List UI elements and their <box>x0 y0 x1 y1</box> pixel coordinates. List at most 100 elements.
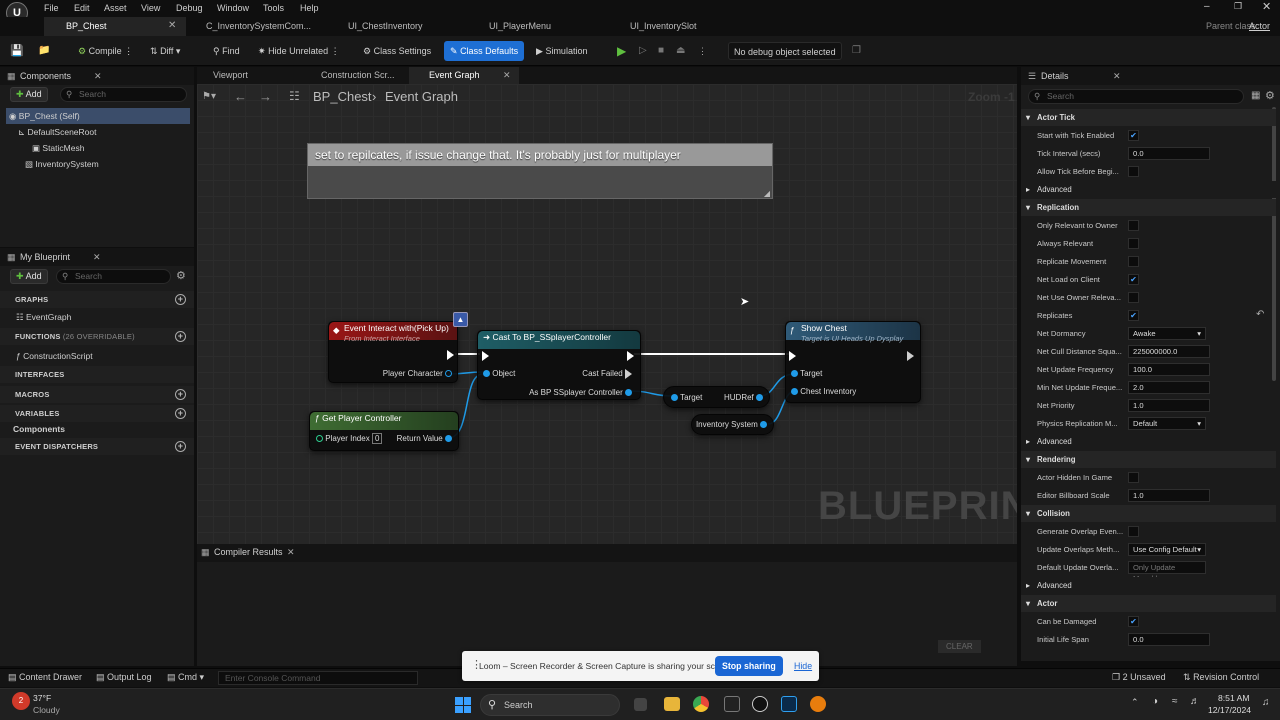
hide-banner-link[interactable]: Hide <box>794 661 812 671</box>
tab-ui-inventory-slot[interactable]: UI_InventorySlot <box>614 17 754 36</box>
maximize-button[interactable]: ❐ <box>1234 1 1242 12</box>
task-view-icon[interactable] <box>634 698 647 711</box>
tab-ui-chest-inventory[interactable]: UI_ChestInventory <box>332 17 472 36</box>
property-value-input[interactable]: 1.0 <box>1128 489 1210 502</box>
weather-alert-icon[interactable]: 2 <box>12 692 30 710</box>
network-icon[interactable]: ◑ <box>1152 696 1158 707</box>
component-default-scene-root[interactable]: ⊾ DefaultSceneRoot <box>18 124 97 140</box>
property-value-input[interactable]: 100.0 <box>1128 363 1210 376</box>
close-tab-icon[interactable]: ✕ <box>168 20 176 31</box>
debug-browse-icon[interactable]: ❐ <box>852 42 861 60</box>
section-functions[interactable]: FUNCTIONS (26 OVERRIDABLE) + <box>0 328 194 345</box>
volume-icon[interactable]: ♬ <box>1190 696 1200 707</box>
close-window-button[interactable]: ✕ <box>1262 0 1271 13</box>
property-checkbox[interactable] <box>1128 166 1139 177</box>
pin-object[interactable]: Object <box>483 368 515 380</box>
menu-help[interactable]: Help <box>300 3 319 13</box>
event-graph-canvas[interactable]: ⚑▾ ← → ☷ BP_Chest › Event Graph Zoom -1 … <box>197 84 1017 544</box>
section-variables[interactable]: VARIABLES + <box>0 405 194 422</box>
minimize-button[interactable]: – <box>1204 1 1210 12</box>
tab-inventory-system-component[interactable]: C_InventorySystemCom... <box>190 17 325 36</box>
graph-event-graph[interactable]: ☷ EventGraph <box>16 309 71 325</box>
details-category[interactable]: ▾ Collision <box>1021 505 1276 522</box>
tab-ui-player-menu[interactable]: UI_PlayerMenu <box>473 17 613 36</box>
clear-button[interactable]: CLEAR <box>938 640 981 653</box>
stop-sharing-button[interactable]: Stop sharing <box>715 656 783 676</box>
node-event-interact[interactable]: ◆ Event Interact with(Pick Up) From Inte… <box>328 321 458 383</box>
function-construction-script[interactable]: ƒ ConstructionScript <box>16 348 93 364</box>
variable-category-components[interactable]: Components <box>13 421 65 437</box>
property-value-input[interactable]: 0.0 <box>1128 633 1210 646</box>
play-options-icon[interactable]: ⋮ <box>698 42 707 60</box>
find-button[interactable]: ⚲ Find <box>213 42 240 60</box>
output-log-button[interactable]: ▤ Output Log <box>96 672 152 683</box>
section-graphs[interactable]: GRAPHS + <box>0 291 194 308</box>
section-event-dispatchers[interactable]: EVENT DISPATCHERS + <box>0 438 194 455</box>
node-get-player-controller[interactable]: ƒ Get Player Controller Player Index 0 R… <box>309 411 459 451</box>
add-variable-icon[interactable]: + <box>175 408 186 419</box>
save-icon[interactable]: 💾 <box>10 42 24 60</box>
property-dropdown[interactable]: Default ▾ <box>1128 417 1206 430</box>
close-tab-icon[interactable]: ✕ <box>503 67 511 84</box>
add-component-button[interactable]: ✚ Add <box>10 87 48 102</box>
add-dispatcher-icon[interactable]: + <box>175 441 186 452</box>
console-command-input[interactable]: Enter Console Command <box>218 671 418 685</box>
pin-player-character[interactable]: Player Character <box>383 368 452 380</box>
settings-gear-icon[interactable]: ⚙ <box>1265 89 1275 102</box>
exec-in-pin[interactable] <box>482 350 489 362</box>
menu-edit[interactable]: Edit <box>74 3 90 13</box>
class-defaults-button[interactable]: ✎ Class Defaults <box>444 41 525 61</box>
menu-window[interactable]: Window <box>217 3 249 13</box>
pin-return-value[interactable]: Return Value <box>397 433 452 445</box>
pin-player-index[interactable]: Player Index 0 <box>316 433 383 445</box>
details-category[interactable]: ▾ Rendering <box>1021 451 1276 468</box>
component-bp-chest-self[interactable]: ◉ BP_Chest (Self) <box>6 108 190 124</box>
taskbar-search-box[interactable]: ⚲ Search <box>480 694 620 716</box>
property-checkbox[interactable]: ✔ <box>1128 274 1139 285</box>
property-checkbox[interactable] <box>1128 526 1139 537</box>
section-interfaces[interactable]: INTERFACES <box>0 366 194 383</box>
epic-games-icon[interactable] <box>724 696 740 712</box>
details-advanced-toggle[interactable]: ▸ Advanced <box>1021 577 1276 594</box>
details-advanced-toggle[interactable]: ▸ Advanced <box>1021 433 1276 450</box>
tab-viewport[interactable]: Viewport <box>197 67 305 84</box>
property-checkbox[interactable] <box>1128 256 1139 267</box>
revision-control-button[interactable]: ⇅ Revision Control <box>1183 672 1259 683</box>
menu-asset[interactable]: Asset <box>104 3 127 13</box>
notification-bell-icon[interactable]: ♫ <box>1262 697 1270 708</box>
section-macros[interactable]: MACROS + <box>0 386 194 403</box>
add-graph-icon[interactable]: + <box>175 294 186 305</box>
play-icon[interactable]: ▶ <box>617 42 626 60</box>
menu-tools[interactable]: Tools <box>263 3 284 13</box>
pin-target[interactable]: Target <box>671 392 702 404</box>
property-dropdown[interactable]: Awake ▾ <box>1128 327 1206 340</box>
details-category[interactable]: ▾ Actor Tick <box>1021 109 1276 126</box>
details-scrollbar[interactable] <box>1272 107 1276 381</box>
clock-date[interactable]: 12/17/2024 <box>1208 705 1251 715</box>
property-value-input[interactable]: 225000000.0 <box>1128 345 1210 358</box>
property-checkbox[interactable] <box>1128 472 1139 483</box>
exec-out-pin[interactable] <box>907 350 914 362</box>
tab-construction-script[interactable]: Construction Scr... <box>307 67 407 84</box>
blender-icon[interactable] <box>810 696 826 712</box>
menu-file[interactable]: File <box>44 3 59 13</box>
property-dropdown[interactable]: Use Config Default ▾ <box>1128 543 1206 556</box>
file-explorer-icon[interactable] <box>664 697 680 711</box>
diff-button[interactable]: ⇅ Diff ▾ <box>150 42 180 60</box>
pin-target[interactable]: Target <box>791 368 822 380</box>
details-category[interactable]: ▾ Actor <box>1021 595 1276 612</box>
property-value-input[interactable]: 2.0 <box>1128 381 1210 394</box>
windows-start-icon[interactable] <box>455 697 471 713</box>
property-value-input[interactable]: 0.0 <box>1128 147 1210 160</box>
pin-as-controller[interactable]: As BP SSplayer Controller <box>529 387 632 399</box>
exec-in-pin[interactable] <box>789 350 796 362</box>
exec-success-pin[interactable] <box>627 350 634 362</box>
simulation-button[interactable]: ▶ Simulation <box>536 42 587 60</box>
property-checkbox[interactable] <box>1128 292 1139 303</box>
reset-to-default-icon[interactable]: ↶ <box>1256 309 1264 320</box>
property-dropdown[interactable]: Only Update Movable▾ <box>1128 561 1206 583</box>
node-show-chest[interactable]: ƒ Show Chest Target is UI Heads Up Dyspl… <box>785 321 921 403</box>
wifi-icon[interactable]: ≈ <box>1172 696 1178 707</box>
add-function-icon[interactable]: + <box>175 331 186 342</box>
add-macro-icon[interactable]: + <box>175 389 186 400</box>
